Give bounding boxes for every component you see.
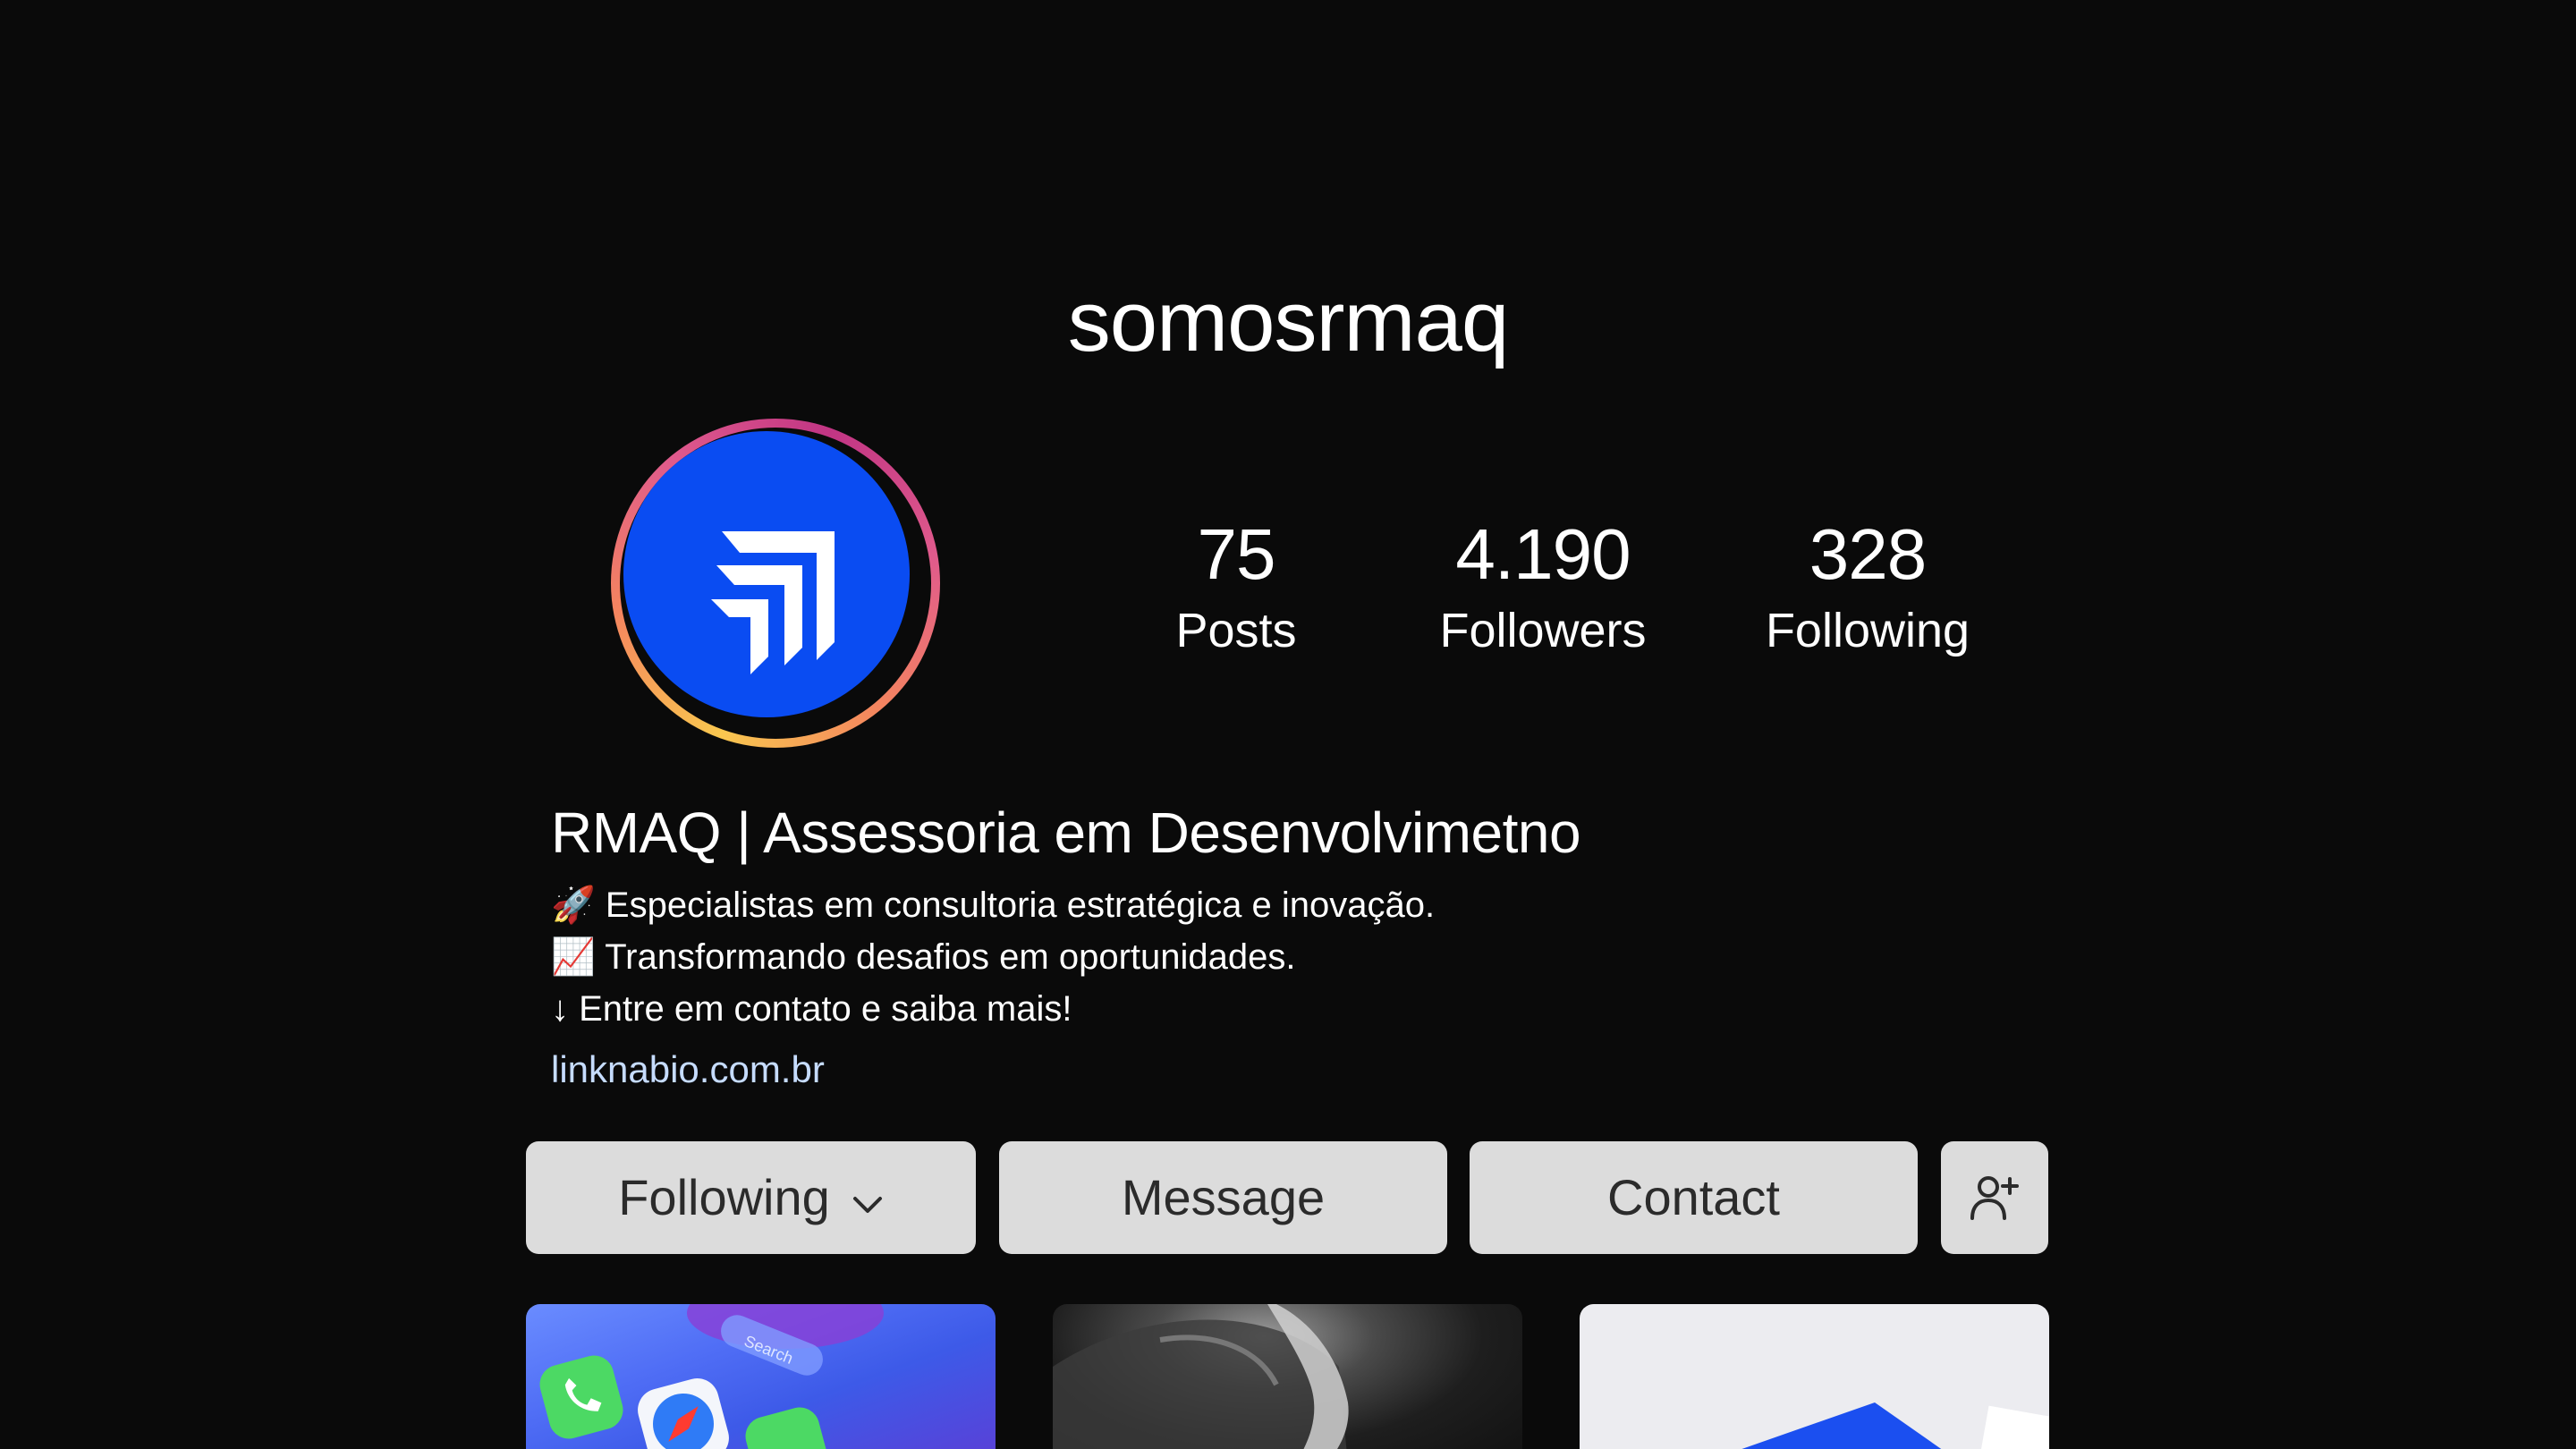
hand-image xyxy=(1053,1304,1349,1449)
stat-posts[interactable]: 75 Posts xyxy=(1102,510,1370,662)
profile-username: somosrmaq xyxy=(1067,274,1509,369)
bio-line-3: ↓ Entre em contato e saiba mais! xyxy=(551,989,1072,1029)
contact-button[interactable]: Contact xyxy=(1470,1141,1918,1254)
rmaq-logo-icon xyxy=(711,531,835,674)
stat-followers[interactable]: 4.190 Followers xyxy=(1409,510,1677,662)
bio-line-1: 🚀 Especialistas em consultoria estratégi… xyxy=(551,886,1436,925)
phone-apps-image: Search xyxy=(539,1304,884,1449)
stat-following-count: 328 xyxy=(1809,514,1927,594)
post-thumbnail-phone-apps[interactable]: Search xyxy=(526,1304,996,1449)
business-card-image xyxy=(1741,1402,2049,1449)
bio-line-2: 📈 Transformando desafios em oportunidade… xyxy=(551,937,1296,977)
stat-followers-count: 4.190 xyxy=(1455,514,1631,594)
avatar xyxy=(623,431,910,717)
bio-display-name: RMAQ | Assessoria em Desenvolvimetno xyxy=(551,801,1581,865)
avatar-story-ring[interactable] xyxy=(611,419,940,748)
profile-page: somosrmaq 75 Posts 4.190 Followers 328 F… xyxy=(0,0,2576,1449)
stat-followers-label: Followers xyxy=(1439,604,1647,657)
add-user-button[interactable] xyxy=(1941,1141,2048,1254)
stat-posts-count: 75 xyxy=(1197,514,1276,594)
post-thumbnail-card[interactable] xyxy=(1580,1304,2049,1449)
chevron-down-icon xyxy=(852,1141,884,1254)
add-user-icon xyxy=(1970,1176,2019,1220)
stat-posts-label: Posts xyxy=(1175,604,1297,657)
stat-following[interactable]: 328 Following xyxy=(1733,510,2002,662)
bio-link[interactable]: linknabio.com.br xyxy=(551,1043,825,1097)
post-thumbnail-hand[interactable] xyxy=(1053,1304,1522,1449)
following-button-label: Following xyxy=(618,1169,830,1225)
stat-following-label: Following xyxy=(1765,604,1970,657)
message-button[interactable]: Message xyxy=(999,1141,1447,1254)
following-button[interactable]: Following xyxy=(526,1141,976,1254)
